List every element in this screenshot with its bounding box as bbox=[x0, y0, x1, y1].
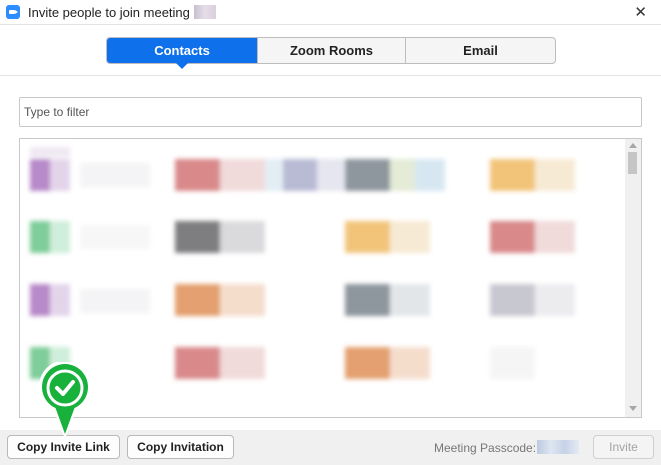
tab-zoom-rooms[interactable]: Zoom Rooms bbox=[257, 38, 405, 63]
tab-divider bbox=[0, 75, 661, 76]
contacts-list-redacted bbox=[30, 147, 575, 379]
dialog-footer: Copy Invite Link Copy Invitation Meeting… bbox=[0, 430, 661, 465]
invite-tabs: Contacts Zoom Rooms Email bbox=[106, 37, 556, 69]
invite-button[interactable]: Invite bbox=[593, 435, 654, 459]
passcode-label: Meeting Passcode: bbox=[434, 441, 537, 455]
zoom-app-icon bbox=[6, 5, 20, 19]
contacts-list[interactable] bbox=[19, 138, 642, 418]
passcode-value-redacted bbox=[537, 440, 579, 454]
copy-invitation-button[interactable]: Copy Invitation bbox=[127, 435, 234, 459]
tab-email[interactable]: Email bbox=[405, 38, 555, 63]
scroll-down-arrow-icon[interactable] bbox=[629, 406, 637, 411]
filter-input[interactable] bbox=[19, 97, 642, 127]
invite-panel: Contacts Zoom Rooms Email bbox=[0, 24, 661, 430]
scroll-up-arrow-icon[interactable] bbox=[629, 143, 637, 148]
list-scrollbar[interactable] bbox=[625, 139, 641, 417]
window-title: Invite people to join meeting bbox=[28, 4, 190, 20]
scroll-thumb[interactable] bbox=[628, 152, 637, 174]
tab-contacts[interactable]: Contacts bbox=[107, 38, 257, 69]
title-bar: Invite people to join meeting ✕ bbox=[0, 0, 661, 24]
close-icon[interactable]: ✕ bbox=[634, 3, 647, 21]
meeting-id-redacted bbox=[193, 5, 216, 19]
green-check-icon bbox=[39, 362, 91, 439]
